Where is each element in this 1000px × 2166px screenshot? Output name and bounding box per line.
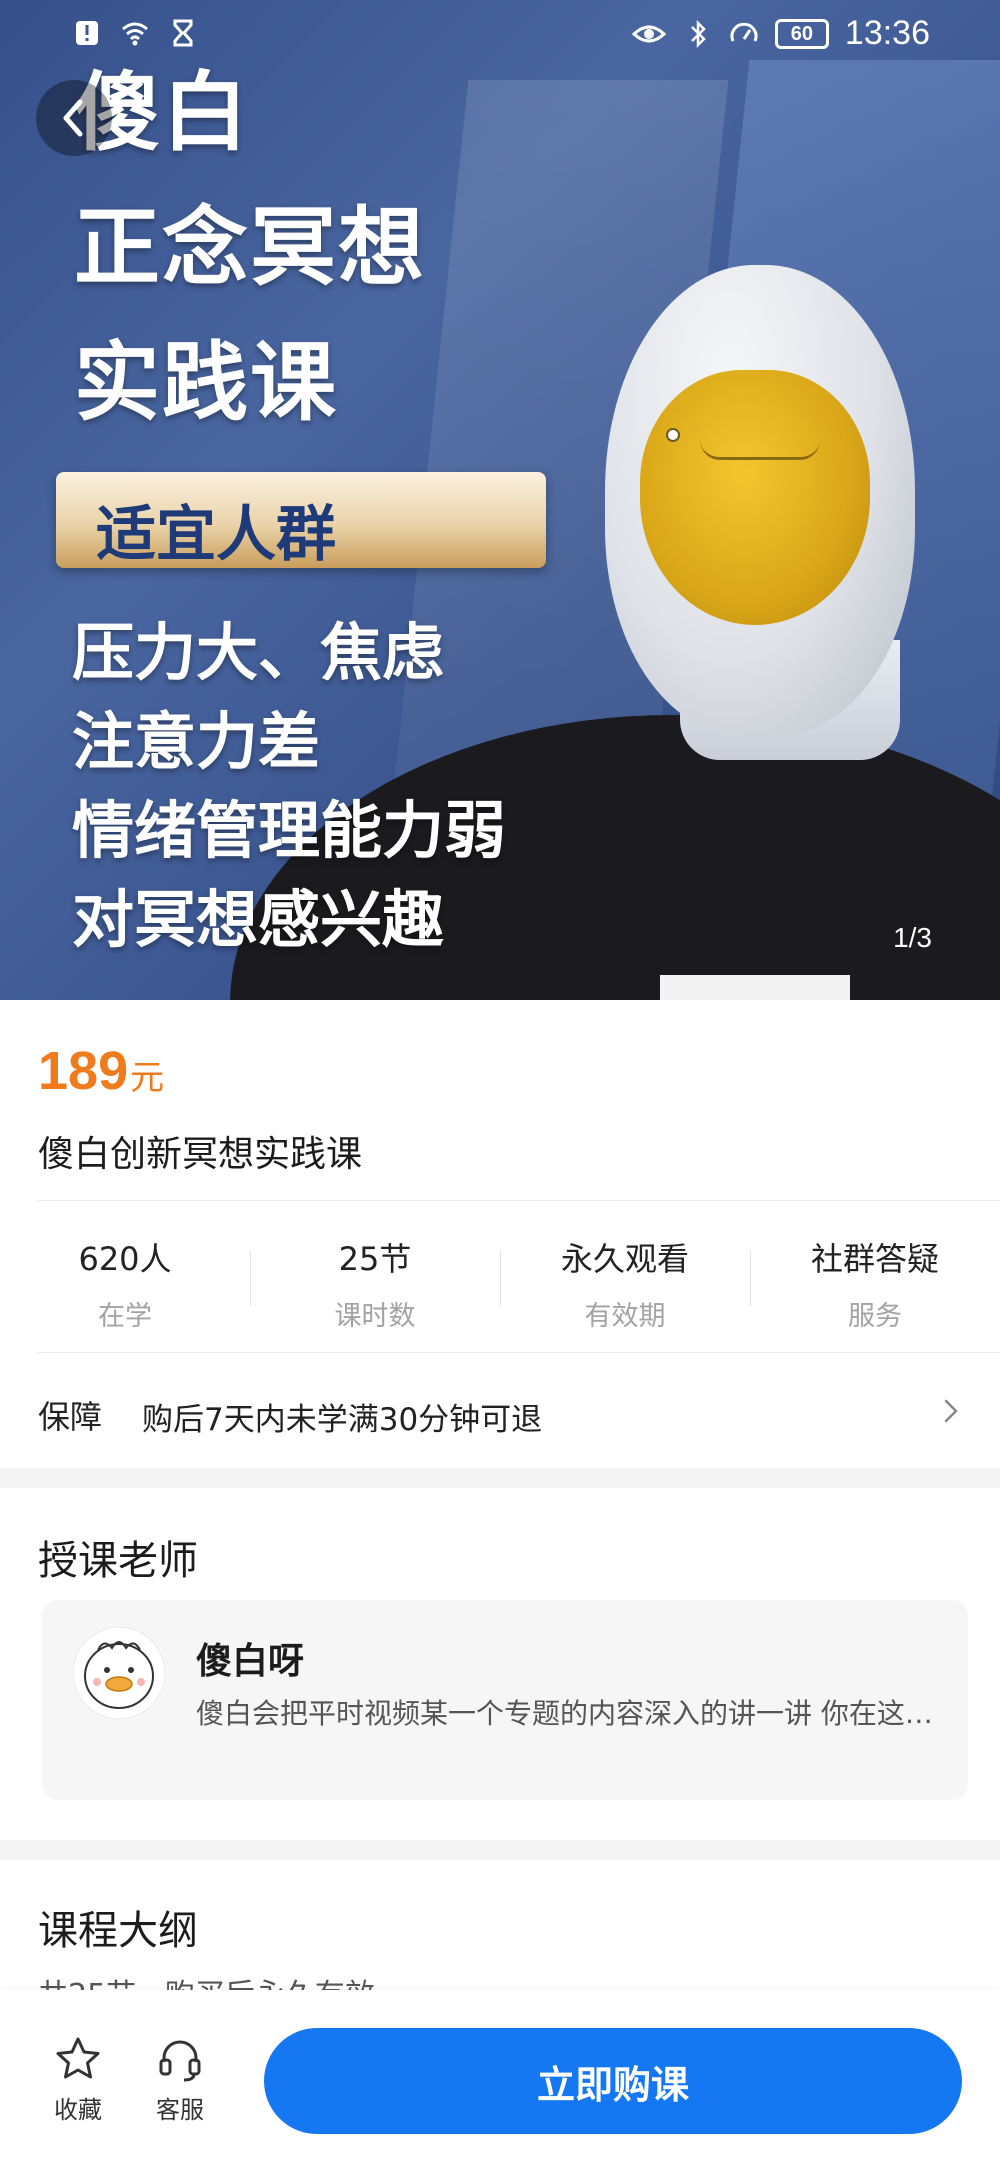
service-label: 客服	[156, 2096, 204, 2124]
cover-title-line3: 实践课	[74, 332, 338, 433]
guarantee-row[interactable]: 保障 购后7天内未学满30分钟可退	[0, 1358, 1000, 1468]
stat-lessons: 25节 课时数	[250, 1208, 500, 1353]
stat-value: 620人	[78, 1240, 172, 1278]
stat-students: 620人 在学	[0, 1208, 250, 1353]
stat-validity: 永久观看 有效期	[500, 1208, 750, 1353]
outline-section-title: 课程大纲	[38, 1908, 198, 1954]
stat-label: 有效期	[584, 1301, 666, 1332]
star-icon	[56, 2037, 100, 2079]
teacher-name: 傻白呀	[196, 1641, 305, 1682]
stat-value: 社群答疑	[810, 1240, 939, 1278]
bluetooth-icon	[691, 19, 706, 48]
cover-title-line2: 正念冥想	[74, 197, 426, 298]
alert-icon	[76, 21, 98, 45]
chevron-left-icon	[63, 99, 83, 137]
chevron-right-icon	[944, 1399, 958, 1423]
carousel-pager: 1/3	[893, 922, 932, 953]
price-value: 189	[38, 1041, 129, 1101]
duck-avatar-icon	[72, 1626, 166, 1720]
audience-line: 注意力差	[72, 705, 321, 778]
avatar	[72, 1626, 166, 1720]
hourglass-icon	[173, 19, 193, 47]
eye-icon	[631, 25, 667, 42]
divider	[38, 1200, 1000, 1201]
guarantee-label: 保障	[38, 1398, 103, 1436]
audience-tag-label: 适宜人群	[96, 500, 336, 570]
audience-line: 对冥想感兴趣	[72, 883, 445, 956]
audience-line: 情绪管理能力弱	[72, 794, 507, 867]
wifi-icon	[122, 22, 148, 46]
course-cover-carousel[interactable]: 傻白 正念冥想 实践课 适宜人群 压力大、焦虑 注意力差 情绪管理能力弱 对冥想…	[0, 0, 1000, 1000]
audience-line: 压力大、焦虑	[72, 616, 445, 689]
section-gap	[0, 1468, 1000, 1488]
speedometer-icon	[730, 22, 758, 42]
headset-icon	[159, 2040, 201, 2082]
back-button[interactable]	[36, 80, 112, 156]
duck-mouth	[700, 440, 820, 460]
battery-icon: 60	[774, 18, 829, 49]
stat-label: 课时数	[334, 1301, 416, 1332]
divider	[38, 1352, 1000, 1353]
favorite-label: 收藏	[54, 2096, 102, 2124]
stat-value: 永久观看	[560, 1240, 689, 1278]
customer-service-button[interactable]: 客服	[140, 2034, 220, 2125]
stat-value: 25节	[338, 1240, 412, 1278]
stat-label: 在学	[98, 1301, 152, 1332]
favorite-button[interactable]: 收藏	[38, 2034, 118, 2125]
guarantee-text: 购后7天内未学满30分钟可退	[142, 1402, 543, 1438]
clock: 13:36	[844, 14, 930, 52]
status-bar: 60 13:36	[0, 0, 1000, 70]
teacher-section-title: 授课老师	[38, 1538, 198, 1584]
duck-eye	[666, 428, 680, 442]
duck-beak	[640, 370, 870, 625]
course-stats: 620人 在学 25节 课时数 永久观看 有效期 社群答疑 服务	[0, 1208, 1000, 1353]
stat-service: 社群答疑 服务	[750, 1208, 1000, 1353]
stat-label: 服务	[848, 1301, 902, 1332]
course-price: 189元	[38, 1040, 164, 1102]
audience-tag: 适宜人群	[56, 472, 546, 570]
teacher-description: 傻白会把平时视频某一个专题的内容深入的讲一讲 你在这…	[196, 1697, 933, 1730]
teacher-card[interactable]: 傻白呀 傻白会把平时视频某一个专题的内容深入的讲一讲 你在这…	[42, 1600, 968, 1800]
course-title: 傻白创新冥想实践课	[38, 1134, 363, 1175]
shirt-label	[660, 975, 850, 1000]
price-unit: 元	[130, 1059, 165, 1097]
section-gap	[0, 1840, 1000, 1860]
buy-course-button[interactable]: 立即购课	[264, 2028, 962, 2134]
bottom-action-bar: 收藏 客服 立即购课	[0, 1990, 1000, 2166]
